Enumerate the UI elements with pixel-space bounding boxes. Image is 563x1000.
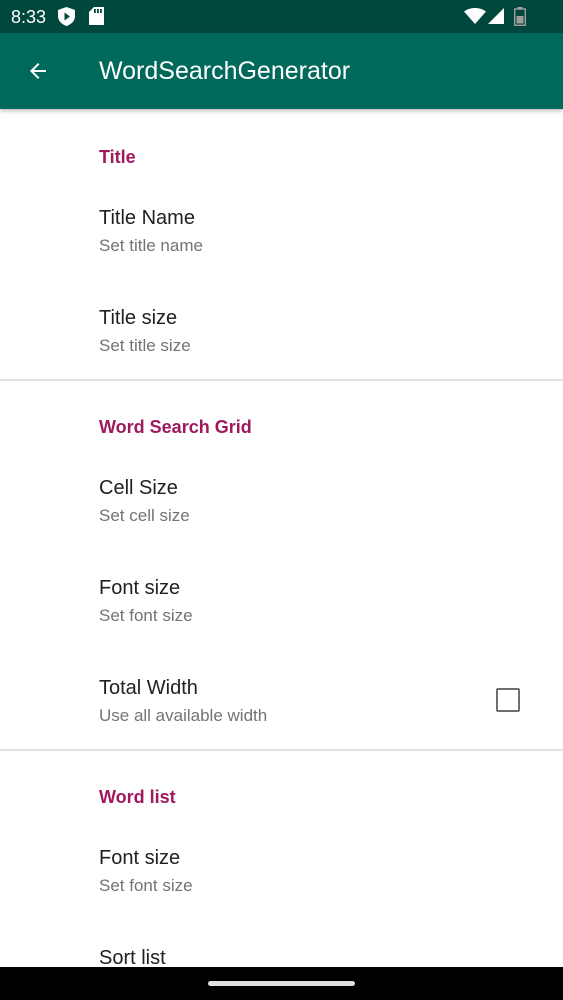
section-divider	[0, 749, 563, 751]
pref-summary: Set title name	[99, 236, 203, 255]
pref-title: Cell Size	[99, 477, 178, 499]
status-bar: 8:33	[0, 0, 563, 33]
section-divider	[0, 379, 563, 381]
wifi-icon	[464, 8, 486, 24]
category-title: Title	[99, 147, 136, 167]
pref-title: Title Name	[99, 207, 195, 229]
preferences-list[interactable]: Title Title Name Set title name Title si…	[0, 109, 563, 967]
pref-title: Sort list	[99, 947, 166, 967]
app-title: WordSearchGenerator	[99, 57, 351, 85]
pref-total-width[interactable]: Total Width Use all available width	[0, 675, 563, 775]
home-gesture-handle[interactable]	[208, 981, 355, 986]
navigation-bar	[0, 967, 563, 1000]
back-button[interactable]	[14, 47, 62, 95]
pref-sort-list[interactable]: Sort list	[0, 945, 563, 967]
sd-card-icon	[89, 7, 104, 25]
pref-summary: Use all available width	[99, 706, 268, 725]
pref-summary: Set font size	[99, 876, 193, 895]
signal-icon	[488, 8, 504, 24]
category-title: Word Search Grid	[99, 417, 252, 437]
pref-summary: Set font size	[99, 606, 193, 625]
pref-title: Total Width	[99, 677, 198, 699]
settings-screen: 8:33 WordSearchGenerator Title Title Nam…	[0, 0, 563, 1000]
pref-grid-font-size[interactable]: Font size Set font size	[0, 575, 563, 675]
category-title: Word list	[99, 787, 176, 807]
pref-cell-size[interactable]: Cell Size Set cell size	[0, 475, 563, 575]
pref-summary: Set cell size	[99, 506, 190, 525]
shield-icon	[58, 7, 75, 26]
pref-list-font-size[interactable]: Font size Set font size	[0, 845, 563, 945]
pref-title-name[interactable]: Title Name Set title name	[0, 205, 563, 305]
status-time: 8:33	[11, 7, 47, 27]
pref-summary: Set title size	[99, 336, 191, 355]
arrow-back-icon	[30, 63, 46, 79]
app-bar: WordSearchGenerator	[0, 33, 563, 109]
total-width-checkbox[interactable]	[496, 688, 520, 712]
pref-title: Font size	[99, 847, 181, 869]
pref-title-size[interactable]: Title size Set title size	[0, 305, 563, 405]
pref-title: Title size	[99, 307, 178, 329]
battery-icon	[514, 7, 526, 26]
pref-title: Font size	[99, 577, 181, 599]
